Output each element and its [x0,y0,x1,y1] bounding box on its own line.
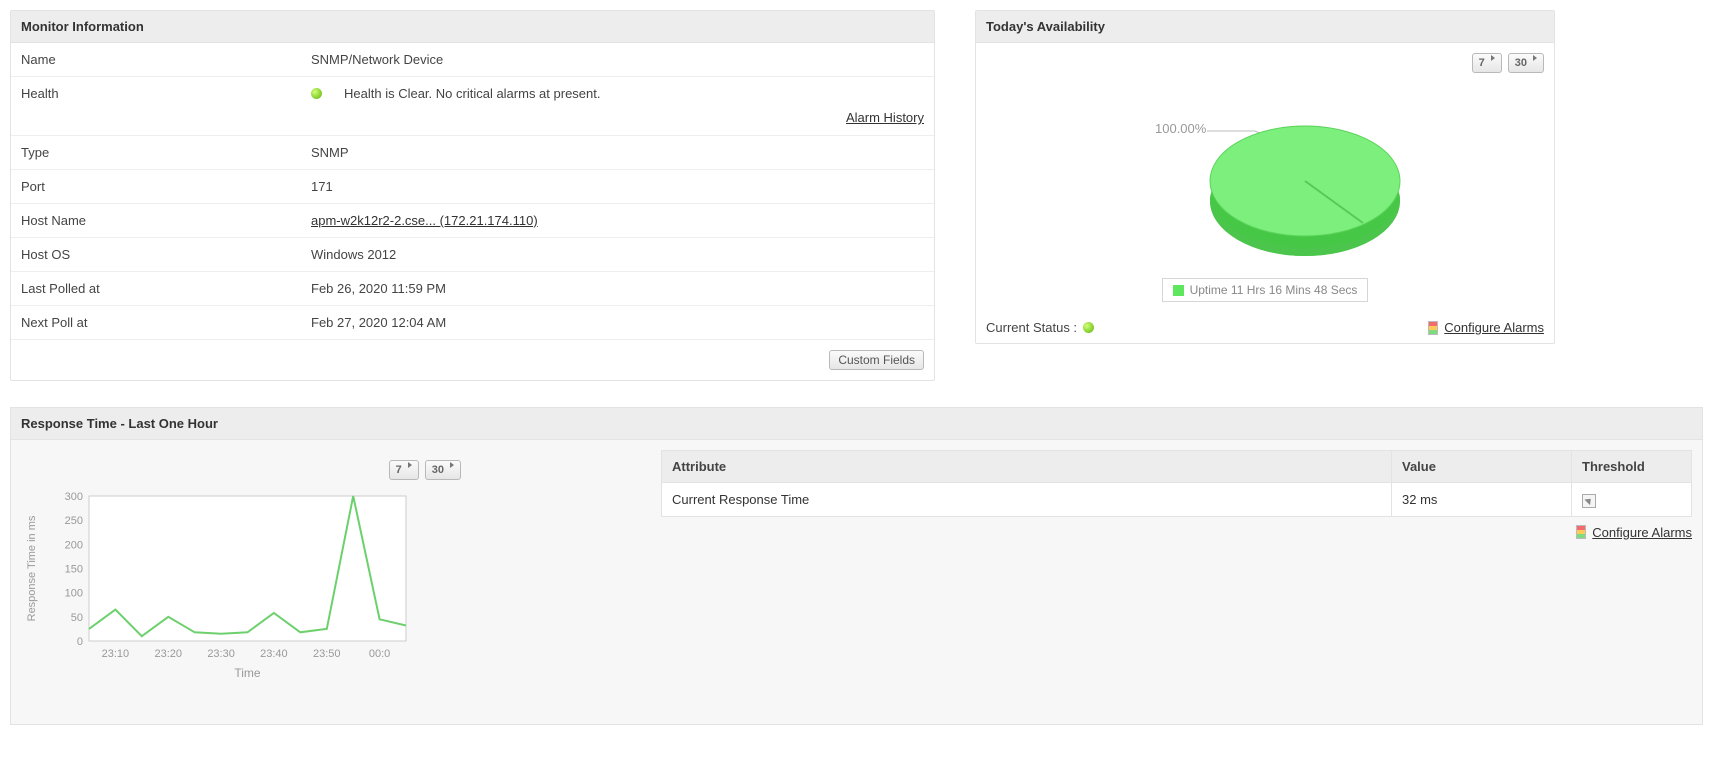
response-time-line-chart: Response Time in ms 0 50 100 150 200 250 300 23:… [21,486,416,681]
row-last-polled: Last Polled at Feb 26, 2020 11:59 PM [11,272,934,306]
svg-text:23:10: 23:10 [102,648,130,660]
triangle-icon [408,462,412,468]
attribute-table: Attribute Value Threshold Current Respon… [661,450,1692,517]
svg-text:23:40: 23:40 [260,648,288,660]
legend-text: Uptime 11 Hrs 16 Mins 48 Secs [1190,283,1358,297]
cell-value: 32 ms [1392,483,1572,517]
cell-attribute: Current Response Time [662,483,1392,517]
view-7-button[interactable]: 7 [1472,53,1502,73]
triangle-icon [450,462,454,468]
threshold-icon[interactable] [1582,494,1596,508]
traffic-light-icon [1428,321,1438,335]
svg-text:50: 50 [71,612,83,624]
table-row: Current Response Time 32 ms [662,483,1692,517]
health-status-text: Health is Clear. No critical alarms at p… [344,86,600,101]
svg-text:Time: Time [234,666,261,680]
panel-title: Monitor Information [11,11,934,43]
label-host-name: Host Name [21,213,311,228]
value-type: SNMP [311,145,924,160]
svg-text:300: 300 [65,491,83,503]
status-dot-icon [1083,322,1094,333]
svg-text:250: 250 [65,515,83,527]
triangle-icon [1491,55,1495,61]
panel-title: Response Time - Last One Hour [11,408,1702,440]
label-health: Health [21,86,311,101]
svg-text:23:30: 23:30 [207,648,235,660]
col-threshold: Threshold [1572,451,1692,483]
legend-square-icon [1173,285,1184,296]
row-host-os: Host OS Windows 2012 [11,238,934,272]
value-port: 171 [311,179,924,194]
svg-text:150: 150 [65,564,83,576]
label-port: Port [21,179,311,194]
svg-text:0: 0 [77,636,83,648]
row-health: Health Health is Clear. No critical alar… [11,77,934,110]
row-host-name: Host Name apm-w2k12r2-2.cse... (172.21.1… [11,204,934,238]
row-name: Name SNMP/Network Device [11,43,934,77]
value-last-polled: Feb 26, 2020 11:59 PM [311,281,924,296]
label-name: Name [21,52,311,67]
row-next-poll: Next Poll at Feb 27, 2020 12:04 AM [11,306,934,340]
host-name-link[interactable]: apm-w2k12r2-2.cse... (172.21.174.110) [311,213,538,228]
svg-text:00:0: 00:0 [369,648,390,660]
status-dot-icon [311,88,322,99]
monitor-info-panel: Monitor Information Name SNMP/Network De… [10,10,935,381]
svg-text:100: 100 [65,588,83,600]
svg-text:Response Time in ms: Response Time in ms [26,515,38,621]
percent-label: 100.00% [1155,121,1207,136]
panel-title: Today's Availability [976,11,1554,43]
current-status-label: Current Status : [986,320,1077,335]
custom-fields-button[interactable]: Custom Fields [829,350,924,370]
legend: Uptime 11 Hrs 16 Mins 48 Secs [1162,278,1369,302]
triangle-icon [1533,55,1537,61]
value-name: SNMP/Network Device [311,52,924,67]
svg-text:23:50: 23:50 [313,648,341,660]
view-30-button[interactable]: 30 [1508,53,1544,73]
label-host-os: Host OS [21,247,311,262]
rt-view-30-button[interactable]: 30 [425,460,461,480]
label-type: Type [21,145,311,160]
rt-configure-alarms-link[interactable]: Configure Alarms [1576,525,1692,540]
configure-alarms-link[interactable]: Configure Alarms [1428,320,1544,335]
response-time-panel: Response Time - Last One Hour 7 30 Respo… [10,407,1703,725]
traffic-light-icon [1576,525,1586,539]
svg-text:200: 200 [65,539,83,551]
col-value: Value [1392,451,1572,483]
value-next-poll: Feb 27, 2020 12:04 AM [311,315,924,330]
svg-text:23:20: 23:20 [154,648,182,660]
row-port: Port 171 [11,170,934,204]
value-host-os: Windows 2012 [311,247,924,262]
alarm-history-link[interactable]: Alarm History [846,110,924,125]
col-attribute: Attribute [662,451,1392,483]
availability-panel: Today's Availability 7 30 100.00% [975,10,1555,344]
label-next-poll: Next Poll at [21,315,311,330]
label-last-polled: Last Polled at [21,281,311,296]
availability-pie-chart: 100.00% [1095,93,1435,268]
row-type: Type SNMP [11,136,934,170]
rt-view-7-button[interactable]: 7 [389,460,419,480]
